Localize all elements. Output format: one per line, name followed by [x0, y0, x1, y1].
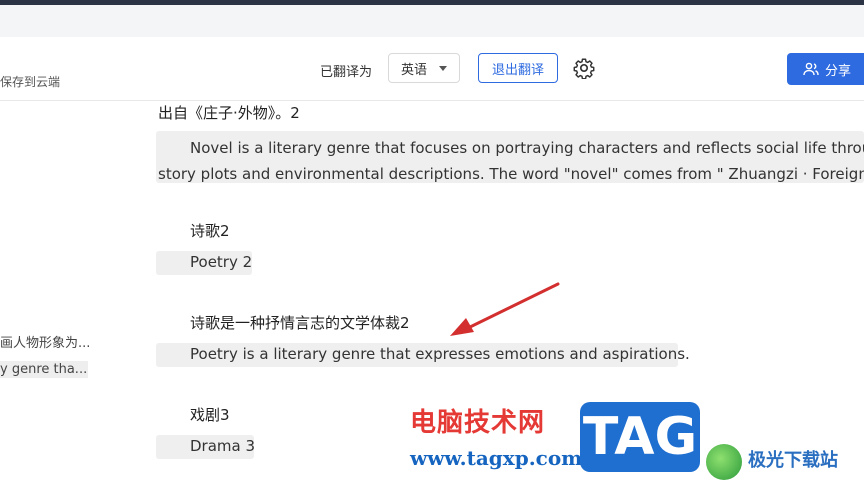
watermark-site2-name: 极光下载站 [748, 450, 838, 471]
source-heading: 诗歌2 [190, 222, 230, 240]
translated-line: story plots and environmental descriptio… [158, 165, 864, 183]
watermark-tag-logo: TAG [580, 402, 700, 472]
source-paragraph: 出自《庄子·外物》。2 [158, 104, 300, 122]
source-heading: 戏剧3 [190, 406, 230, 424]
translated-paragraph: Poetry is a literary genre that expresse… [156, 343, 690, 367]
translated-heading: Poetry 2 [156, 251, 252, 275]
watermark-site-name: 电脑技术网 [410, 408, 546, 438]
translated-line: Novel is a literary genre that focuses o… [190, 139, 864, 157]
watermark-aurora-logo: 极光下载站 [702, 440, 864, 485]
watermark-url: www.tagxp.com [410, 446, 583, 470]
source-paragraph: 诗歌是一种抒情言志的文学体裁2 [190, 314, 410, 332]
aurora-logo-icon [706, 444, 742, 480]
annotation-arrow-icon [450, 282, 560, 336]
translated-heading: Drama 3 [156, 435, 255, 459]
translated-paragraph: Novel is a literary genre that focuses o… [156, 131, 864, 183]
